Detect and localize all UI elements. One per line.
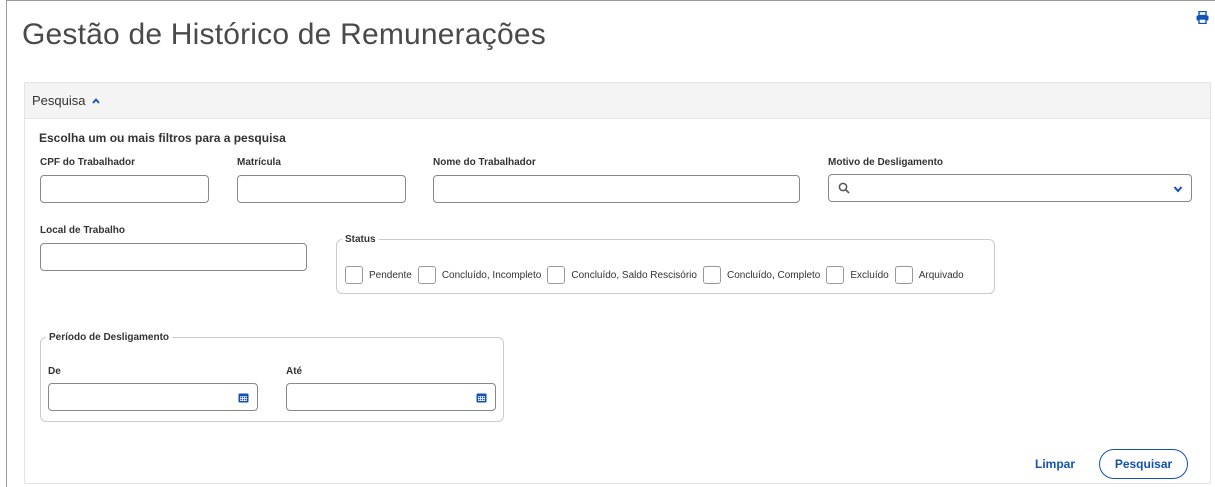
- matricula-label: Matrícula: [237, 157, 281, 168]
- ate-label: Até: [286, 366, 303, 377]
- search-panel-title: Pesquisa: [32, 93, 86, 108]
- status-label-concluido-incompleto: Concluído, Incompleto: [441, 269, 542, 281]
- status-label-arquivado: Arquivado: [918, 269, 964, 281]
- nome-input[interactable]: [433, 175, 800, 203]
- clear-button[interactable]: Limpar: [1030, 450, 1080, 478]
- de-label: De: [48, 366, 61, 377]
- print-icon[interactable]: [1196, 10, 1209, 25]
- search-icon: [838, 182, 850, 194]
- de-date-input[interactable]: [48, 383, 258, 411]
- page-title: Gestão de Histórico de Remunerações: [22, 18, 546, 51]
- motivo-label: Motivo de Desligamento: [828, 157, 944, 168]
- cpf-label: CPF do Trabalhador: [40, 157, 136, 168]
- local-input[interactable]: [40, 243, 307, 271]
- status-fieldset: Status: [336, 234, 995, 294]
- status-options: Pendente Concluído, Incompleto Concluído…: [345, 266, 970, 284]
- matricula-input[interactable]: [237, 175, 406, 203]
- status-label-concluido-completo: Concluído, Completo: [726, 269, 821, 281]
- cpf-input[interactable]: [40, 175, 209, 203]
- local-label: Local de Trabalho: [40, 225, 126, 236]
- status-label-pendente: Pendente: [369, 269, 412, 281]
- search-panel-toggle[interactable]: Pesquisa: [32, 93, 101, 108]
- search-panel-header: Pesquisa: [25, 83, 1210, 119]
- status-label-concluido-saldo-rescisorio: Concluído, Saldo Rescisório: [571, 269, 697, 281]
- search-button[interactable]: Pesquisar: [1099, 449, 1188, 479]
- periodo-legend: Período de Desligamento: [49, 332, 170, 343]
- status-legend: Status: [345, 234, 376, 245]
- nome-label: Nome do Trabalhador: [433, 157, 536, 168]
- status-label-excluido: Excluído: [850, 269, 889, 281]
- status-checkbox-pendente[interactable]: [345, 266, 363, 284]
- chevron-up-icon: [92, 97, 101, 104]
- ate-date-input[interactable]: [286, 383, 496, 411]
- motivo-select[interactable]: [828, 174, 1192, 202]
- status-checkbox-arquivado[interactable]: [894, 266, 913, 284]
- status-checkbox-concluido-incompleto[interactable]: [417, 266, 436, 284]
- calendar-icon[interactable]: [476, 392, 487, 403]
- status-checkbox-concluido-saldo-rescisorio[interactable]: [547, 266, 566, 284]
- status-checkbox-excluido[interactable]: [826, 266, 845, 284]
- status-checkbox-concluido-completo[interactable]: [702, 266, 721, 284]
- calendar-icon[interactable]: [238, 392, 249, 403]
- filter-hint: Escolha um ou mais filtros para a pesqui…: [39, 131, 286, 145]
- chevron-down-icon: [1173, 186, 1183, 193]
